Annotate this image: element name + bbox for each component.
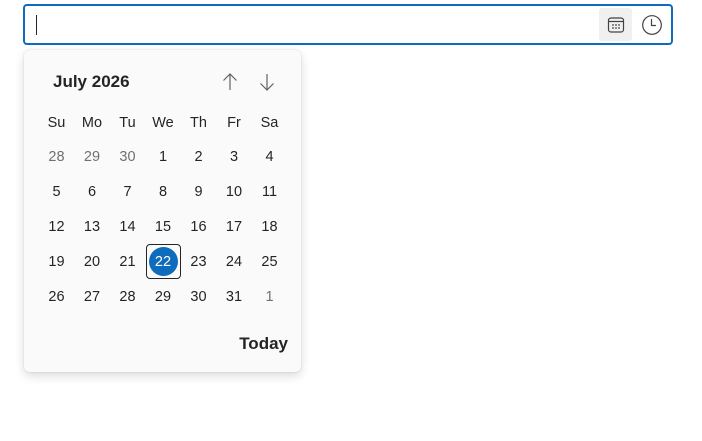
day-cell[interactable]: 30 [181,279,216,314]
day-cell[interactable]: 24 [217,244,252,279]
previous-month-button[interactable] [217,69,243,95]
day-cell[interactable]: 6 [75,174,110,209]
weekday-saturday: Sa [260,115,279,131]
day-cell[interactable]: 1 [146,139,181,174]
weekday-sunday: Su [47,115,66,131]
calendar-button[interactable] [599,8,632,41]
day-cell[interactable]: 19 [39,244,74,279]
adjacent-month-day-cell[interactable]: 30 [110,139,145,174]
day-cell[interactable]: 12 [39,209,74,244]
day-grid: 28 29 30 1 2 3 4 5 6 7 8 9 10 11 12 13 14 15 16 17 18 19 20 21 2… [39,139,287,314]
date-input[interactable] [33,6,593,43]
day-cell[interactable]: 8 [146,174,181,209]
day-cell[interactable]: 29 [146,279,181,314]
day-cell[interactable]: 14 [110,209,145,244]
adjacent-month-day-cell[interactable]: 1 [252,279,287,314]
calendar-icon [607,16,624,33]
day-cell[interactable]: 7 [110,174,145,209]
day-cell[interactable]: 5 [39,174,74,209]
day-cell[interactable]: 20 [75,244,110,279]
selected-day-label: 22 [148,247,178,276]
today-button[interactable]: Today [224,332,288,356]
day-cell[interactable]: 15 [146,209,181,244]
adjacent-month-day-cell[interactable]: 28 [39,139,74,174]
weekday-wednesday: We [152,115,174,131]
weekday-header-row: Su Mo Tu We Th Fr Sa [39,113,287,133]
day-cell[interactable]: 28 [110,279,145,314]
text-caret [36,15,37,35]
day-cell[interactable]: 18 [252,209,287,244]
day-cell[interactable]: 2 [181,139,216,174]
weekday-thursday: Th [190,115,207,131]
day-cell[interactable]: 27 [75,279,110,314]
arrow-down-icon [260,74,274,91]
weekday-tuesday: Tu [119,115,136,131]
month-year-label[interactable]: July 2026 [53,71,130,93]
day-cell[interactable]: 9 [181,174,216,209]
weekday-monday: Mo [81,115,103,131]
day-cell[interactable]: 11 [252,174,287,209]
day-cell[interactable]: 3 [217,139,252,174]
day-cell[interactable]: 21 [110,244,145,279]
weekday-friday: Fr [227,115,241,131]
selected-day-cell[interactable]: 22 [145,244,181,279]
day-cell[interactable]: 25 [252,244,287,279]
clock-icon [641,14,662,35]
day-cell[interactable]: 17 [217,209,252,244]
day-cell[interactable]: 31 [217,279,252,314]
day-cell[interactable]: 23 [181,244,216,279]
calendar-popup: July 2026 Su Mo Tu We Th Fr Sa 28 29 30 1 2 3… [24,50,301,372]
next-month-button[interactable] [254,69,280,95]
day-cell[interactable]: 16 [181,209,216,244]
arrow-up-icon [223,73,237,90]
date-picker-screen: July 2026 Su Mo Tu We Th Fr Sa 28 29 30 1 2 3… [0,0,702,441]
day-cell[interactable]: 4 [252,139,287,174]
time-button[interactable] [635,8,668,41]
day-cell[interactable]: 10 [217,174,252,209]
date-input-field[interactable] [23,4,673,45]
day-cell[interactable]: 26 [39,279,74,314]
day-cell[interactable]: 13 [75,209,110,244]
adjacent-month-day-cell[interactable]: 29 [75,139,110,174]
